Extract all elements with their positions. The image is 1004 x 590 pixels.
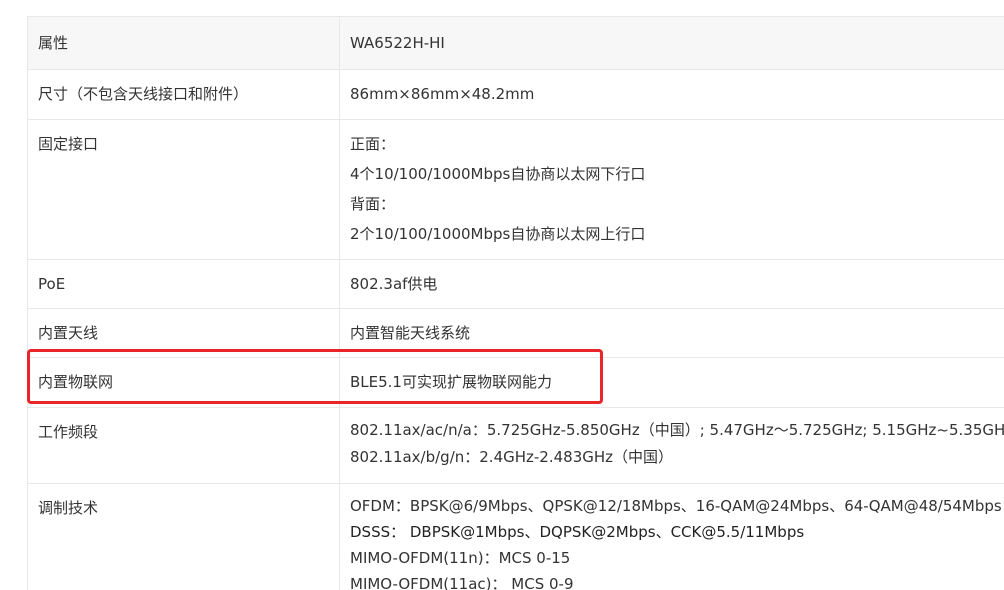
row-value-line: 内置智能天线系统	[350, 324, 471, 342]
row-value: 802.11ax/ac/n/a：5.725GHz-5.850GHz（中国）; 5…	[339, 407, 1004, 484]
row-value-line: OFDM：BPSK@6/9Mbps、QPSK@12/18Mbps、16-QAM@…	[350, 497, 1002, 515]
row-value-line: 802.11ax/ac/n/a：5.725GHz-5.850GHz（中国）; 5…	[350, 421, 1004, 439]
row-value: 802.3af供电	[339, 259, 1004, 309]
row-key: 调制技术	[27, 483, 340, 590]
row-value-line: MIMO-OFDM(11ac)： MCS 0-9	[350, 575, 574, 590]
spec-page: 属性 WA6522H-HI 尺寸（不包含天线接口和附件） 86mm×86mm×4…	[0, 0, 1004, 590]
row-value-line: 背面：	[350, 195, 396, 213]
row-value-line: 802.3af供电	[350, 275, 438, 293]
row-key: 工作频段	[27, 407, 340, 484]
table-row-antenna: 内置天线 内置智能天线系统	[27, 308, 1004, 358]
spec-table: 属性 WA6522H-HI 尺寸（不包含天线接口和附件） 86mm×86mm×4…	[27, 16, 1004, 590]
table-row-size: 尺寸（不包含天线接口和附件） 86mm×86mm×48.2mm	[27, 69, 1004, 120]
row-value: 86mm×86mm×48.2mm	[339, 69, 1004, 120]
table-row-modulation: 调制技术 OFDM：BPSK@6/9Mbps、QPSK@12/18Mbps、16…	[27, 483, 1004, 590]
row-key: 内置天线	[27, 308, 340, 358]
table-row-ports: 固定接口 正面： 4个10/100/1000Mbps自协商以太网下行口 背面： …	[27, 119, 1004, 260]
row-value-line: MIMO-OFDM(11n)：MCS 0-15	[350, 549, 571, 567]
row-key: 尺寸（不包含天线接口和附件）	[27, 69, 340, 120]
row-key: 内置物联网	[27, 357, 340, 408]
row-value-line: DSSS： DBPSK@1Mbps、DQPSK@2Mbps、CCK@5.5/11…	[350, 523, 805, 541]
row-value-line: 2个10/100/1000Mbps自协商以太网上行口	[350, 225, 646, 243]
table-row-iot: 内置物联网 BLE5.1可实现扩展物联网能力	[27, 357, 1004, 408]
row-value: 内置智能天线系统	[339, 308, 1004, 358]
row-value-line: 4个10/100/1000Mbps自协商以太网下行口	[350, 165, 646, 183]
row-key: PoE	[27, 259, 340, 309]
row-value: 正面： 4个10/100/1000Mbps自协商以太网下行口 背面： 2个10/…	[339, 119, 1004, 260]
row-value: OFDM：BPSK@6/9Mbps、QPSK@12/18Mbps、16-QAM@…	[339, 483, 1004, 590]
row-value-line: 802.11ax/b/g/n：2.4GHz-2.483GHz（中国）	[350, 448, 674, 466]
row-value-line: 86mm×86mm×48.2mm	[350, 85, 535, 103]
header-value-cell: WA6522H-HI	[339, 16, 1004, 70]
row-value-line: 正面：	[350, 135, 396, 153]
table-row-poe: PoE 802.3af供电	[27, 259, 1004, 309]
table-header-row: 属性 WA6522H-HI	[27, 16, 1004, 70]
table-row-band: 工作频段 802.11ax/ac/n/a：5.725GHz-5.850GHz（中…	[27, 407, 1004, 484]
row-key: 固定接口	[27, 119, 340, 260]
row-value: BLE5.1可实现扩展物联网能力	[339, 357, 1004, 408]
row-value-line: BLE5.1可实现扩展物联网能力	[350, 373, 552, 391]
header-key-cell: 属性	[27, 16, 340, 70]
